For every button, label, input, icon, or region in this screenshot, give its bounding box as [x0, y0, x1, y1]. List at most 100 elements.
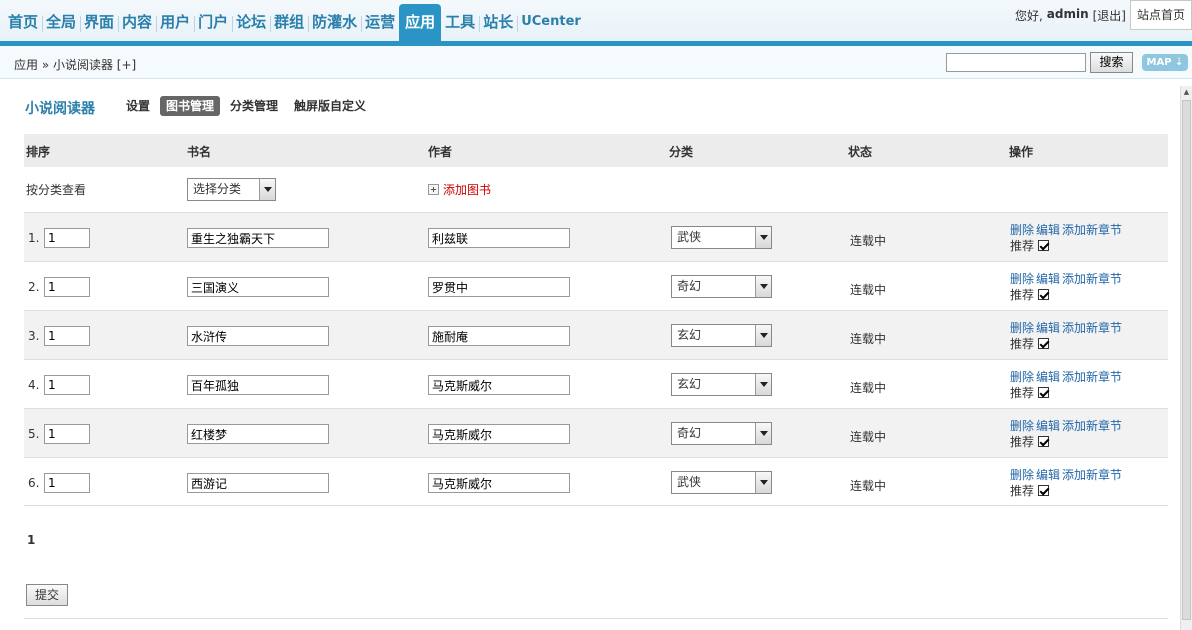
order-input[interactable] — [44, 424, 90, 444]
book-table: 排序 书名 作者 分类 状态 操作 按分类查看 选择分类 添加图书 1.武侠连载… — [24, 134, 1168, 506]
row-actions: 删除 编辑 添加新章节推荐 — [1010, 418, 1124, 450]
scroll-thumb[interactable] — [1182, 100, 1191, 620]
add-chapter-link[interactable]: 添加新章节 — [1062, 468, 1122, 482]
nav-item-8[interactable]: 防灌水 — [308, 4, 361, 41]
divider — [24, 618, 1168, 619]
delete-link[interactable]: 删除 — [1010, 419, 1034, 433]
nav-item-9[interactable]: 运营 — [361, 4, 399, 41]
category-filter-value: 选择分类 — [193, 182, 242, 196]
table-row: 2. 奇幻 连载中 删除编辑添加新章节推荐 — [24, 261, 1168, 310]
nav-item-6[interactable]: 论坛 — [232, 4, 270, 41]
category-value: 玄幻 — [677, 328, 702, 342]
recommend-label: 推荐 — [1010, 484, 1035, 498]
author-input[interactable] — [428, 326, 570, 346]
title-input[interactable] — [187, 326, 329, 346]
add-chapter-link[interactable]: 添加新章节 — [1062, 321, 1122, 335]
category-filter-select[interactable]: 选择分类 — [187, 178, 276, 201]
tab-1[interactable]: 图书管理 — [160, 96, 221, 116]
order-input[interactable] — [44, 277, 90, 297]
recommend-label: 推荐 — [1010, 288, 1035, 302]
order-input[interactable] — [44, 228, 90, 248]
recommend-checkbox[interactable] — [1038, 338, 1050, 349]
delete-link[interactable]: 删除 — [1010, 370, 1034, 384]
row-index: 1. — [28, 231, 40, 245]
category-select[interactable]: 玄幻 — [671, 373, 772, 396]
recommend-label: 推荐 — [1010, 435, 1035, 449]
filter-label: 按分类查看 — [26, 183, 87, 197]
category-select[interactable]: 武侠 — [671, 471, 772, 494]
order-input[interactable] — [44, 375, 90, 395]
table-row: 3. 玄幻 连载中 删除编辑添加新章节推荐 — [24, 310, 1168, 359]
title-input[interactable] — [187, 424, 329, 444]
category-select[interactable]: 武侠 — [671, 226, 772, 249]
search-input[interactable] — [946, 53, 1086, 72]
row-index: 4. — [28, 378, 40, 392]
nav-item-2[interactable]: 界面 — [80, 4, 118, 41]
author-input[interactable] — [428, 228, 570, 248]
nav-item-7[interactable]: 群组 — [270, 4, 308, 41]
scrollbar[interactable]: ▲ — [1180, 86, 1192, 630]
tab-0[interactable]: 设置 — [120, 96, 156, 116]
category-select[interactable]: 奇幻 — [671, 275, 772, 298]
author-input[interactable] — [428, 277, 570, 297]
category-select[interactable]: 奇幻 — [671, 422, 772, 445]
site-home-button[interactable]: 站点首页 — [1130, 0, 1192, 30]
search-button[interactable]: 搜索 — [1090, 52, 1133, 73]
nav-item-11[interactable]: 工具 — [441, 4, 479, 41]
logout-link[interactable]: [退出] — [1093, 7, 1126, 24]
order-input[interactable] — [44, 473, 90, 493]
header-status: 状态 — [848, 145, 873, 159]
title-input[interactable] — [187, 277, 329, 297]
category-select[interactable]: 玄幻 — [671, 324, 772, 347]
author-input[interactable] — [428, 424, 570, 444]
tab-3[interactable]: 触屏版自定义 — [288, 96, 372, 116]
recommend-checkbox[interactable] — [1038, 289, 1050, 300]
recommend-checkbox[interactable] — [1038, 387, 1050, 398]
delete-link[interactable]: 删除 — [1010, 321, 1034, 335]
plugin-tabs: 设置 图书管理 分类管理 触屏版自定义 — [120, 96, 372, 116]
status-text: 连载中 — [850, 234, 887, 248]
title-input[interactable] — [187, 375, 329, 395]
scroll-up-icon[interactable]: ▲ — [1181, 86, 1192, 98]
recommend-checkbox[interactable] — [1038, 485, 1050, 496]
row-actions: 删除 编辑 添加新章节 推荐 — [1010, 222, 1124, 254]
delete-link[interactable]: 删除 — [1010, 468, 1034, 482]
tab-2[interactable]: 分类管理 — [224, 96, 284, 116]
category-value: 武侠 — [677, 230, 702, 244]
nav-item-5[interactable]: 门户 — [194, 4, 232, 41]
category-value: 奇幻 — [677, 279, 702, 293]
nav-item-1[interactable]: 全局 — [42, 4, 80, 41]
nav-item-13[interactable]: UCenter — [517, 4, 585, 41]
nav-item-0[interactable]: 首页 — [4, 4, 42, 41]
recommend-checkbox[interactable] — [1038, 436, 1050, 447]
delete-link[interactable]: 删除 — [1010, 223, 1034, 237]
edit-link[interactable]: 编辑 — [1036, 370, 1060, 384]
edit-link[interactable]: 编辑 — [1036, 321, 1060, 335]
add-chapter-link[interactable]: 添加新章节 — [1062, 223, 1122, 237]
add-chapter-link[interactable]: 添加新章节 — [1062, 419, 1122, 433]
submit-button[interactable]: 提交 — [26, 584, 68, 606]
status-text: 连载中 — [850, 283, 887, 297]
nav-item-4[interactable]: 用户 — [156, 4, 194, 41]
pagination[interactable]: 1 — [27, 533, 35, 547]
author-input[interactable] — [428, 375, 570, 395]
row-index: 2. — [28, 280, 40, 294]
edit-link[interactable]: 编辑 — [1036, 223, 1060, 237]
recommend-checkbox[interactable] — [1038, 240, 1050, 251]
map-button[interactable]: MAP ⇣ — [1142, 54, 1188, 71]
add-chapter-link[interactable]: 添加新章节 — [1062, 370, 1122, 384]
nav-item-3[interactable]: 内容 — [118, 4, 156, 41]
edit-link[interactable]: 编辑 — [1036, 272, 1060, 286]
author-input[interactable] — [428, 473, 570, 493]
delete-link[interactable]: 删除 — [1010, 272, 1034, 286]
add-chapter-link[interactable]: 添加新章节 — [1062, 272, 1122, 286]
edit-link[interactable]: 编辑 — [1036, 468, 1060, 482]
nav-item-10[interactable]: 应用 — [399, 4, 442, 41]
nav-item-12[interactable]: 站长 — [479, 4, 517, 41]
row-index: 5. — [28, 427, 40, 441]
order-input[interactable] — [44, 326, 90, 346]
edit-link[interactable]: 编辑 — [1036, 419, 1060, 433]
add-book-link[interactable]: 添加图书 — [428, 181, 491, 198]
title-input[interactable] — [187, 473, 329, 493]
title-input[interactable] — [187, 228, 329, 248]
